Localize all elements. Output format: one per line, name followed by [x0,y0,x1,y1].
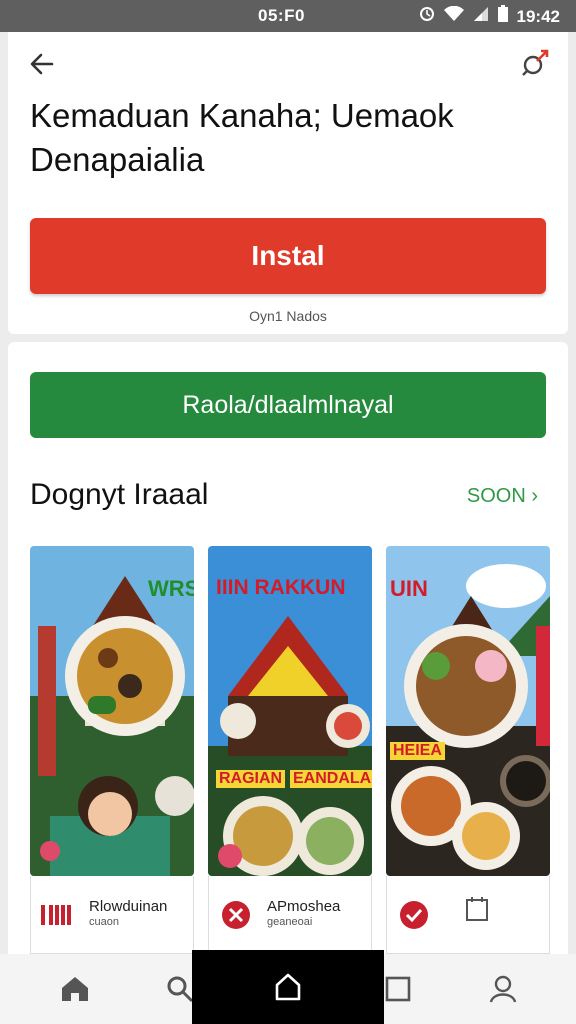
app-title: Kemaduan Kanaha; Uemaok Denapaialia [30,97,454,178]
app-1-sub: cuaon [89,916,119,928]
app-details-card: Raola/dlaalmlnayal Dognyt Iraaal SOON › [8,342,568,954]
app-3-logo-icon [397,898,431,932]
app-1-logo-icon [41,898,75,932]
signal-icon [473,6,489,27]
screenshot-2-label: IIIN RAKKUN [216,576,346,599]
screenshot-1[interactable]: WRS [30,546,194,876]
screenshot-2-label-3: EANDALAA [290,770,372,788]
battery-icon [497,5,509,28]
screenshot-2-label-2: RAGIAN [216,770,286,788]
screenshot-3-label-2: HEIEA [390,742,445,760]
status-left-text: 05:F0 [258,6,305,25]
status-icons: 19:42 [419,5,560,28]
apps-icon [275,973,301,1001]
screenshot-3-label: UIN [390,576,428,601]
related-app-3[interactable] [386,876,550,954]
share-button[interactable] [518,46,552,80]
nav-apps-active[interactable] [192,950,384,1024]
app-2-name: APmoshea [267,898,341,915]
home-icon [62,977,88,1001]
nav-home[interactable] [40,954,110,1024]
wifi-icon [443,5,465,27]
app-1-name: Rlowduinan [89,898,168,915]
calendar-icon [465,896,489,927]
app-header-card: Kemaduan Kanaha; Uemaok Denapaialia Inst… [8,32,568,334]
search-icon [167,976,194,1003]
status-bar: 05:F0 19:42 [0,0,576,32]
install-button[interactable]: Instal [30,218,546,294]
square-icon [385,976,411,1002]
screenshot-3[interactable]: UIN HEIEA [386,546,550,876]
share-icon [522,49,549,76]
app-2-logo-icon [219,898,253,932]
section-title: Dognyt Iraaal [30,478,209,511]
related-apps-row: Rlowduinan cuaon APmoshea geaneoai [30,876,550,954]
status-time: 19:42 [516,6,560,26]
back-arrow-icon [30,53,54,75]
see-more-link[interactable]: SOON › [467,485,538,508]
app-2-sub: geaneoai [267,916,313,928]
nav-profile[interactable] [468,954,538,1024]
screenshot-carousel[interactable]: WRS IIIN RAKKUN RAGIAN EANDALAA [30,546,550,876]
alarm-icon [419,6,435,27]
install-sub-note: Oyn1 Nados [249,308,327,324]
screenshot-1-label: WRS [148,576,194,601]
profile-icon [489,975,517,1003]
screenshot-2[interactable]: IIIN RAKKUN RAGIAN EANDALAA [208,546,372,876]
related-app-2[interactable]: APmoshea geaneoai [208,876,372,954]
related-app-1[interactable]: Rlowduinan cuaon [30,876,194,954]
open-action-button[interactable]: Raola/dlaalmlnayal [30,372,546,438]
back-button[interactable] [26,48,58,80]
